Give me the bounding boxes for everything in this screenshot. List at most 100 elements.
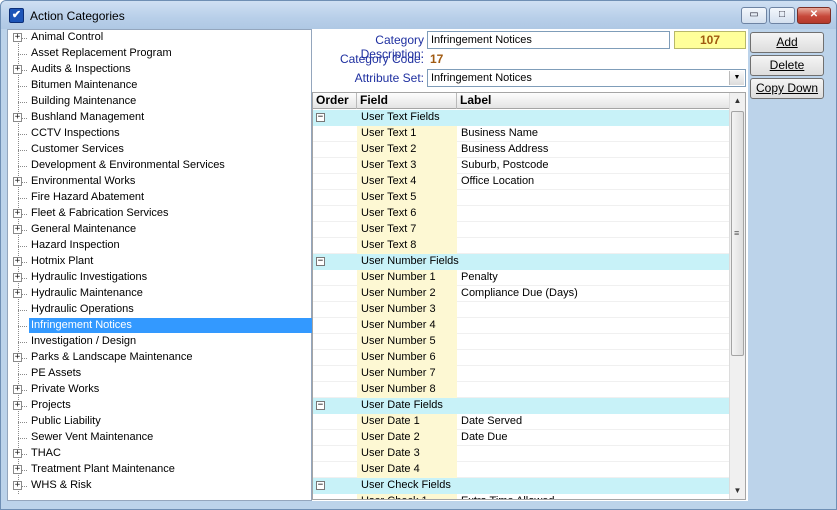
tree-item[interactable]: Hazard Inspection bbox=[8, 238, 311, 254]
expand-plus-icon[interactable]: + bbox=[13, 401, 22, 410]
label-cell[interactable] bbox=[457, 206, 729, 222]
label-cell[interactable] bbox=[457, 302, 729, 318]
collapse-minus-icon[interactable]: − bbox=[316, 113, 325, 122]
label-cell[interactable]: Business Address bbox=[457, 142, 729, 158]
tree-item[interactable]: Building Maintenance bbox=[8, 94, 311, 110]
expand-plus-icon[interactable]: + bbox=[13, 65, 22, 74]
tree-item[interactable]: + WHS & Risk bbox=[8, 478, 311, 494]
table-row[interactable]: User Check 1Extra Time Allowed bbox=[313, 494, 729, 499]
delete-button[interactable]: Delete bbox=[750, 55, 824, 76]
table-row[interactable]: User Date 2 Date Due bbox=[313, 430, 729, 446]
table-row[interactable]: User Number 7 bbox=[313, 366, 729, 382]
label-cell[interactable]: Penalty bbox=[457, 270, 729, 286]
tree-item[interactable]: + Hydraulic Investigations bbox=[8, 270, 311, 286]
table-row[interactable]: User Text 3 Suburb, Postcode bbox=[313, 158, 729, 174]
tree-item[interactable]: Asset Replacement Program bbox=[8, 46, 311, 62]
tree-item[interactable]: + Parks & Landscape Maintenance bbox=[8, 350, 311, 366]
column-header-label[interactable]: Label bbox=[457, 93, 729, 109]
scroll-up-icon[interactable]: ▲ bbox=[730, 93, 745, 109]
expand-plus-icon[interactable]: + bbox=[13, 113, 22, 122]
table-row[interactable]: User Text 7 bbox=[313, 222, 729, 238]
label-cell[interactable]: Extra Time Allowed bbox=[457, 494, 729, 499]
tree-item[interactable]: Fire Hazard Abatement bbox=[8, 190, 311, 206]
tree-item[interactable]: Public Liability bbox=[8, 414, 311, 430]
expand-plus-icon[interactable]: + bbox=[13, 257, 22, 266]
expand-plus-icon[interactable]: + bbox=[13, 465, 22, 474]
expand-plus-icon[interactable]: + bbox=[13, 177, 22, 186]
tree-item[interactable]: + THAC bbox=[8, 446, 311, 462]
label-cell[interactable]: Date Served bbox=[457, 414, 729, 430]
tree-item[interactable]: + Fleet & Fabrication Services bbox=[8, 206, 311, 222]
table-row[interactable]: User Text 1 Business Name bbox=[313, 126, 729, 142]
table-row[interactable]: User Text 2 Business Address bbox=[313, 142, 729, 158]
scroll-thumb[interactable]: ≡ bbox=[731, 111, 744, 356]
close-button[interactable]: ✕ bbox=[797, 7, 831, 24]
tree-item[interactable]: + Environmental Works bbox=[8, 174, 311, 190]
tree-item[interactable]: + Projects bbox=[8, 398, 311, 414]
tree-item[interactable]: Development & Environmental Services bbox=[8, 158, 311, 174]
table-row[interactable]: User Date 4 bbox=[313, 462, 729, 478]
label-cell[interactable] bbox=[457, 238, 729, 254]
expand-plus-icon[interactable]: + bbox=[13, 289, 22, 298]
group-row[interactable]: − User Check Fields bbox=[313, 478, 729, 494]
label-cell[interactable] bbox=[457, 382, 729, 398]
category-tree[interactable]: + Animal Control Asset Replacement Program… bbox=[7, 29, 313, 501]
category-description-input[interactable]: Infringement Notices bbox=[427, 31, 670, 49]
group-row[interactable]: − User Number Fields bbox=[313, 254, 729, 270]
column-header-order[interactable]: Order bbox=[313, 93, 357, 109]
table-row[interactable]: User Text 8 bbox=[313, 238, 729, 254]
table-row[interactable]: User Text 5 bbox=[313, 190, 729, 206]
table-row[interactable]: User Text 4 Office Location bbox=[313, 174, 729, 190]
table-row[interactable]: User Number 6 bbox=[313, 350, 729, 366]
table-row[interactable]: User Text 6 bbox=[313, 206, 729, 222]
attribute-set-select[interactable]: Infringement Notices ▼ bbox=[427, 69, 746, 87]
tree-item[interactable]: + General Maintenance bbox=[8, 222, 311, 238]
collapse-minus-icon[interactable]: − bbox=[316, 401, 325, 410]
tree-item[interactable]: + Treatment Plant Maintenance bbox=[8, 462, 311, 478]
expand-plus-icon[interactable]: + bbox=[13, 33, 22, 42]
attribute-grid[interactable]: Order Field Label − User Text Fields User … bbox=[312, 92, 746, 500]
table-row[interactable]: User Number 2 Compliance Due (Days) bbox=[313, 286, 729, 302]
group-row[interactable]: − User Text Fields bbox=[313, 110, 729, 126]
tree-item[interactable]: + Bushland Management bbox=[8, 110, 311, 126]
label-cell[interactable] bbox=[457, 190, 729, 206]
tree-item[interactable]: Investigation / Design bbox=[8, 334, 311, 350]
expand-plus-icon[interactable]: + bbox=[13, 353, 22, 362]
tree-item[interactable]: Customer Services bbox=[8, 142, 311, 158]
label-cell[interactable] bbox=[457, 334, 729, 350]
expand-plus-icon[interactable]: + bbox=[13, 273, 22, 282]
tree-item[interactable]: Sewer Vent Maintenance bbox=[8, 430, 311, 446]
tree-item[interactable]: Infringement Notices bbox=[8, 318, 313, 334]
scroll-down-icon[interactable]: ▼ bbox=[730, 483, 745, 499]
column-header-field[interactable]: Field bbox=[357, 93, 457, 109]
tree-item[interactable]: Hydraulic Operations bbox=[8, 302, 311, 318]
expand-plus-icon[interactable]: + bbox=[13, 385, 22, 394]
label-cell[interactable]: Compliance Due (Days) bbox=[457, 286, 729, 302]
tree-item[interactable]: + Animal Control bbox=[8, 30, 311, 46]
tree-item[interactable]: CCTV Inspections bbox=[8, 126, 311, 142]
tree-item[interactable]: Bitumen Maintenance bbox=[8, 78, 311, 94]
label-cell[interactable] bbox=[457, 446, 729, 462]
label-cell[interactable] bbox=[457, 366, 729, 382]
table-row[interactable]: User Date 3 bbox=[313, 446, 729, 462]
label-cell[interactable] bbox=[457, 318, 729, 334]
label-cell[interactable]: Business Name bbox=[457, 126, 729, 142]
table-row[interactable]: User Number 8 bbox=[313, 382, 729, 398]
table-row[interactable]: User Number 4 bbox=[313, 318, 729, 334]
maximize-button[interactable]: □ bbox=[769, 7, 795, 24]
label-cell[interactable] bbox=[457, 462, 729, 478]
collapse-minus-icon[interactable]: − bbox=[316, 481, 325, 490]
group-row[interactable]: − User Date Fields bbox=[313, 398, 729, 414]
minimize-button[interactable]: ▭ bbox=[741, 7, 767, 24]
label-cell[interactable] bbox=[457, 350, 729, 366]
tree-item[interactable]: + Hydraulic Maintenance bbox=[8, 286, 311, 302]
table-row[interactable]: User Number 3 bbox=[313, 302, 729, 318]
add-button[interactable]: Add bbox=[750, 32, 824, 53]
grid-vertical-scrollbar[interactable]: ▲ ≡ ▼ bbox=[729, 93, 745, 499]
tree-item[interactable]: + Hotmix Plant bbox=[8, 254, 311, 270]
label-cell[interactable]: Office Location bbox=[457, 174, 729, 190]
collapse-minus-icon[interactable]: − bbox=[316, 257, 325, 266]
table-row[interactable]: User Number 5 bbox=[313, 334, 729, 350]
copy-down-button[interactable]: Copy Down bbox=[750, 78, 824, 99]
label-cell[interactable]: Date Due bbox=[457, 430, 729, 446]
